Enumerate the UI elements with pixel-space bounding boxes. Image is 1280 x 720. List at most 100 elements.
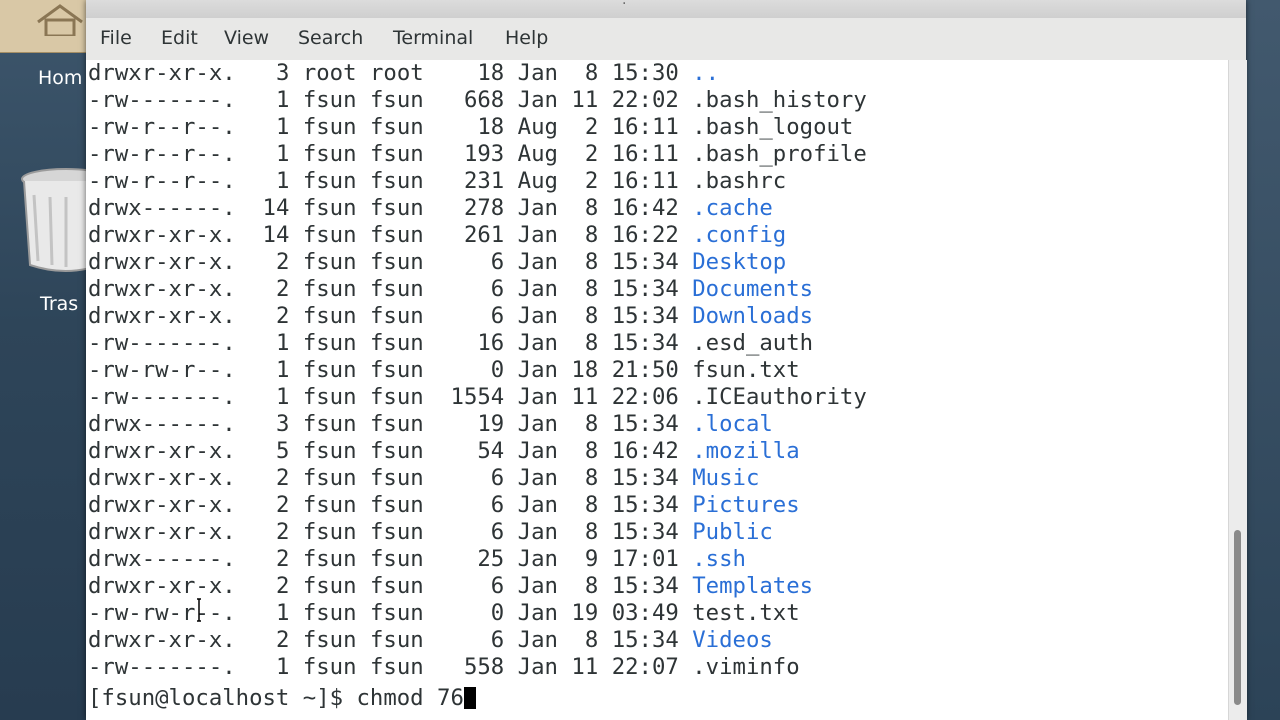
file-permissions: drwxr-xr-x. bbox=[88, 465, 236, 491]
listing-row: -rw-r--r--. 1 fsun fsun 193 Aug 2 16:11 … bbox=[88, 141, 867, 168]
modified-day: 8 bbox=[571, 60, 599, 86]
file-permissions: -rw-------. bbox=[88, 654, 236, 680]
file-size: 18 bbox=[437, 60, 505, 86]
file-owner: fsun bbox=[302, 195, 357, 221]
modified-time: 21:50 bbox=[611, 357, 679, 383]
file-group: fsun bbox=[369, 276, 424, 302]
file-permissions: drwxr-xr-x. bbox=[88, 438, 236, 464]
modified-day: 8 bbox=[571, 195, 599, 221]
menu-view[interactable]: View bbox=[224, 27, 269, 49]
modified-day: 11 bbox=[571, 654, 599, 680]
link-count: 14 bbox=[249, 222, 290, 248]
modified-month: Jan bbox=[517, 222, 558, 248]
file-name: .viminfo bbox=[692, 654, 800, 680]
file-size: 6 bbox=[437, 249, 505, 275]
modified-month: Jan bbox=[517, 330, 558, 356]
menu-file[interactable]: File bbox=[100, 27, 132, 49]
menu-help[interactable]: Help bbox=[505, 27, 548, 49]
modified-day: 8 bbox=[571, 276, 599, 302]
file-permissions: -rw-r--r--. bbox=[88, 141, 236, 167]
file-size: 0 bbox=[437, 600, 505, 626]
modified-day: 8 bbox=[571, 465, 599, 491]
listing-row: drwxr-xr-x. 2 fsun fsun 6 Jan 8 15:34 Te… bbox=[88, 573, 813, 600]
modified-day: 8 bbox=[571, 330, 599, 356]
file-owner: fsun bbox=[302, 438, 357, 464]
file-owner: fsun bbox=[302, 411, 357, 437]
link-count: 2 bbox=[249, 573, 290, 599]
file-size: 6 bbox=[437, 492, 505, 518]
terminal-output[interactable]: drwxr-xr-x. 3 root root 18 Jan 8 15:30 .… bbox=[86, 60, 1228, 720]
command-input[interactable]: chmod 76 bbox=[356, 685, 463, 711]
file-size: 6 bbox=[437, 519, 505, 545]
desktop-edge bbox=[1246, 0, 1280, 720]
file-group: fsun bbox=[369, 384, 424, 410]
file-size: 668 bbox=[437, 87, 505, 113]
modified-day: 11 bbox=[571, 87, 599, 113]
file-owner: fsun bbox=[302, 276, 357, 302]
trash-icon[interactable] bbox=[20, 165, 88, 277]
modified-day: 8 bbox=[571, 573, 599, 599]
modified-day: 8 bbox=[571, 303, 599, 329]
modified-day: 9 bbox=[571, 546, 599, 572]
listing-row: drwxr-xr-x. 5 fsun fsun 54 Jan 8 16:42 .… bbox=[88, 438, 800, 465]
modified-time: 15:34 bbox=[611, 303, 679, 329]
file-name: .local bbox=[692, 411, 773, 437]
file-name: Templates bbox=[692, 573, 814, 599]
modified-month: Jan bbox=[517, 627, 558, 653]
link-count: 2 bbox=[249, 303, 290, 329]
file-name: .cache bbox=[692, 195, 773, 221]
file-group: fsun bbox=[369, 222, 424, 248]
file-permissions: drwxr-xr-x. bbox=[88, 573, 236, 599]
file-size: 558 bbox=[437, 654, 505, 680]
menu-edit[interactable]: Edit bbox=[161, 27, 198, 49]
file-owner: fsun bbox=[302, 627, 357, 653]
file-permissions: drwx------. bbox=[88, 195, 236, 221]
file-owner: fsun bbox=[302, 222, 357, 248]
file-name: test.txt bbox=[692, 600, 800, 626]
modified-month: Jan bbox=[517, 465, 558, 491]
file-owner: fsun bbox=[302, 303, 357, 329]
file-size: 6 bbox=[437, 627, 505, 653]
menu-search[interactable]: Search bbox=[298, 27, 363, 49]
file-name: .config bbox=[692, 222, 787, 248]
modified-day: 8 bbox=[571, 627, 599, 653]
scrollbar-thumb[interactable] bbox=[1234, 530, 1241, 705]
modified-day: 8 bbox=[571, 411, 599, 437]
text-cursor bbox=[463, 687, 476, 709]
file-permissions: drwxr-xr-x. bbox=[88, 303, 236, 329]
link-count: 5 bbox=[249, 438, 290, 464]
modified-day: 8 bbox=[571, 438, 599, 464]
modified-time: 03:49 bbox=[611, 600, 679, 626]
file-group: fsun bbox=[369, 519, 424, 545]
file-group: fsun bbox=[369, 330, 424, 356]
prompt-line[interactable]: [fsun@localhost ~]$ chmod 76 bbox=[88, 685, 476, 712]
file-permissions: drwxr-xr-x. bbox=[88, 249, 236, 275]
menu-terminal[interactable]: Terminal bbox=[393, 27, 473, 49]
terminal-scrollbar[interactable] bbox=[1228, 60, 1247, 720]
home-folder-icon[interactable] bbox=[0, 0, 88, 53]
modified-day: 8 bbox=[571, 249, 599, 275]
file-size: 193 bbox=[437, 141, 505, 167]
modified-month: Jan bbox=[517, 492, 558, 518]
file-name: .bashrc bbox=[692, 168, 787, 194]
link-count: 3 bbox=[249, 60, 290, 86]
modified-day: 8 bbox=[571, 222, 599, 248]
modified-month: Jan bbox=[517, 519, 558, 545]
file-owner: fsun bbox=[302, 600, 357, 626]
file-name: .ssh bbox=[692, 546, 746, 572]
file-group: fsun bbox=[369, 573, 424, 599]
file-group: fsun bbox=[369, 303, 424, 329]
modified-month: Jan bbox=[517, 87, 558, 113]
window-titlebar[interactable]: · bbox=[86, 0, 1246, 18]
modified-month: Jan bbox=[517, 438, 558, 464]
modified-month: Aug bbox=[517, 141, 558, 167]
listing-row: drwxr-xr-x. 2 fsun fsun 6 Jan 8 15:34 Do… bbox=[88, 276, 813, 303]
file-permissions: drwxr-xr-x. bbox=[88, 276, 236, 302]
listing-row: -rw-rw-r--. 1 fsun fsun 0 Jan 18 21:50 f… bbox=[88, 357, 800, 384]
modified-month: Jan bbox=[517, 411, 558, 437]
file-owner: fsun bbox=[302, 492, 357, 518]
listing-row: -rw-------. 1 fsun fsun 16 Jan 8 15:34 .… bbox=[88, 330, 813, 357]
file-group: fsun bbox=[369, 627, 424, 653]
file-owner: fsun bbox=[302, 87, 357, 113]
listing-row: drwxr-xr-x. 2 fsun fsun 6 Jan 8 15:34 Do… bbox=[88, 303, 813, 330]
